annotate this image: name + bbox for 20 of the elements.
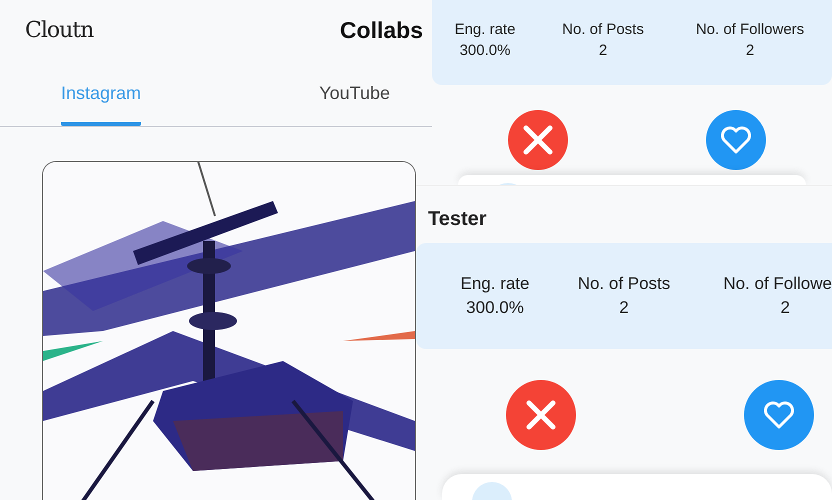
stat-label: Eng. rate	[460, 274, 530, 294]
stat-label: No. of Followe	[723, 274, 832, 294]
profile-name: Tester	[427, 207, 488, 232]
stat-label: Eng. rate	[454, 21, 516, 38]
page-title: Collabs	[340, 16, 423, 44]
logo: Cloutn	[25, 18, 94, 42]
stat-label: No. of Posts	[578, 274, 670, 294]
stat-value: 2	[780, 298, 791, 318]
heart-icon	[763, 401, 795, 429]
stat-label: No. of Posts	[562, 21, 644, 38]
stat-value: 2	[598, 42, 608, 59]
close-icon	[525, 399, 557, 431]
stat-value: 2	[619, 298, 629, 318]
stat-value: 300.0%	[460, 42, 510, 59]
close-icon	[522, 124, 554, 156]
tab[interactable]: YouTube	[319, 83, 390, 126]
heart-icon	[720, 126, 752, 154]
stat-value: 300.0%	[466, 298, 524, 318]
stat-value: 2	[746, 42, 754, 59]
stat-label: No. of Followers	[696, 21, 804, 38]
